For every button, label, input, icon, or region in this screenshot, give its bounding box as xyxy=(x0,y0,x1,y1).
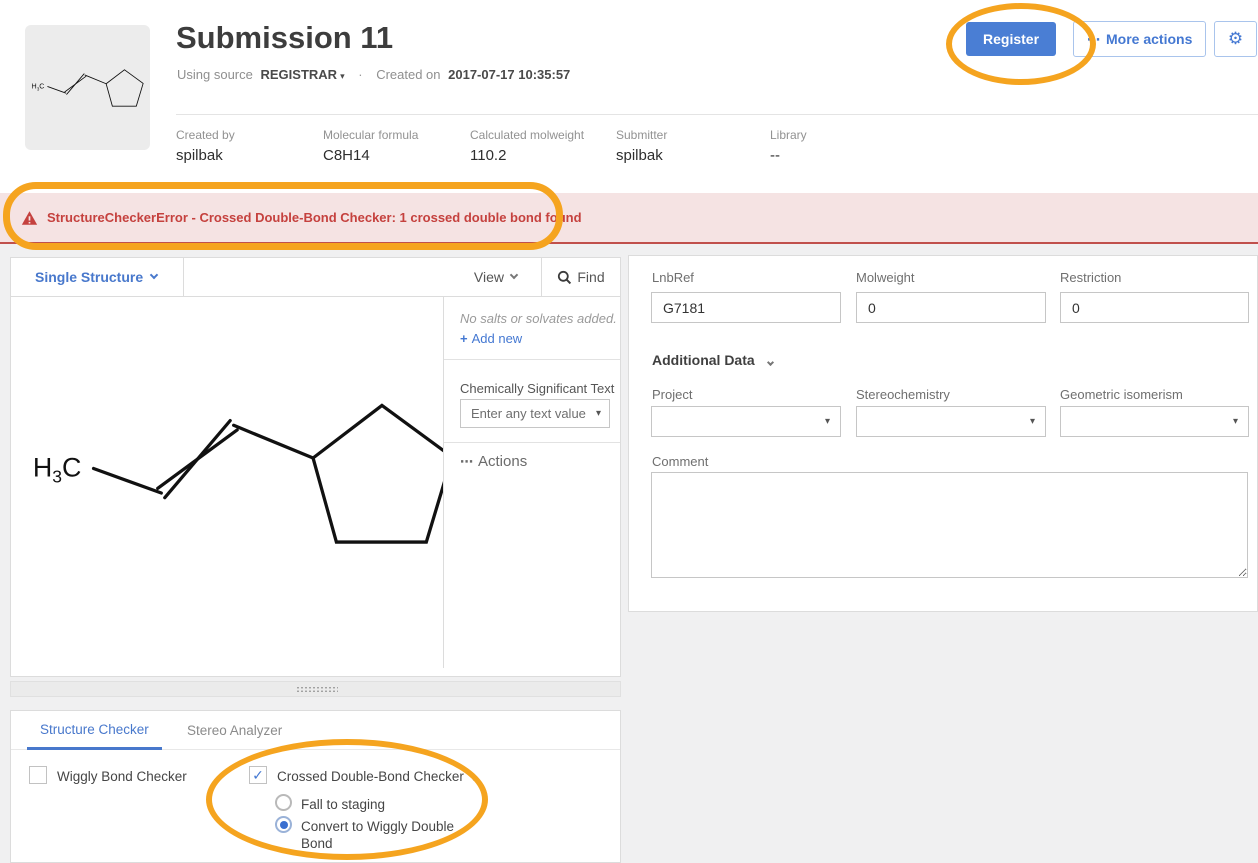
geometric-isomerism-select[interactable]: ▾ xyxy=(1060,406,1249,437)
convert-to-wiggly-radio[interactable] xyxy=(275,816,292,833)
error-banner: StructureCheckerError - Crossed Double-B… xyxy=(0,193,1258,244)
caret-down-icon: ▾ xyxy=(471,773,476,784)
registration-form-card: LnbRef Molweight Restriction Additional … xyxy=(628,255,1258,612)
chevron-down-icon xyxy=(767,359,774,366)
separator-dot: · xyxy=(358,67,362,82)
tab-structure-checker[interactable]: Structure Checker xyxy=(27,711,162,750)
sidebar-divider xyxy=(444,442,620,443)
page-header: Submission 11 Using source REGISTRAR▾ · … xyxy=(0,0,1258,193)
error-banner-text: StructureCheckerError - Crossed Double-B… xyxy=(47,210,582,225)
chevron-down-icon xyxy=(510,271,518,279)
radio-dot xyxy=(280,821,288,829)
meta-created-by: Created by spilbak xyxy=(176,128,235,164)
meta-calculated-molweight: Calculated molweight 110.2 xyxy=(470,128,584,164)
add-new-button[interactable]: +Add new xyxy=(460,331,522,346)
molweight-input[interactable] xyxy=(856,292,1046,323)
fall-to-staging-label: Fall to staging xyxy=(301,797,385,812)
structure-panel-toolbar: Single Structure View Find xyxy=(11,258,620,297)
stereochemistry-select[interactable]: ▾ xyxy=(856,406,1046,437)
tab-stereo-analyzer[interactable]: Stereo Analyzer xyxy=(174,711,295,750)
lnbref-input[interactable] xyxy=(651,292,841,323)
structure-canvas-area: No salts or solvates added. +Add new Che… xyxy=(11,297,620,676)
created-on-label: Created on xyxy=(376,67,440,82)
gear-icon: ⚙ xyxy=(1228,29,1243,48)
caret-down-icon: ▾ xyxy=(1030,416,1035,427)
find-button[interactable]: Find xyxy=(541,258,620,296)
molecule-drawing[interactable] xyxy=(11,297,443,676)
caret-down-icon: ▾ xyxy=(1233,416,1238,427)
fall-to-staging-radio[interactable] xyxy=(275,794,292,811)
more-actions-button[interactable]: ⋯More actions xyxy=(1073,21,1206,57)
restriction-label: Restriction xyxy=(1060,270,1121,285)
panel-resize-handle[interactable] xyxy=(10,681,621,697)
wiggly-bond-label: Wiggly Bond Checker xyxy=(57,769,187,784)
crossed-double-bond-checkbox[interactable]: ✓ xyxy=(249,766,267,784)
structure-sidebar: No salts or solvates added. +Add new Che… xyxy=(444,297,620,676)
chevron-down-icon xyxy=(150,271,158,279)
meta-library: Library -- xyxy=(770,128,807,164)
drag-dots-icon xyxy=(296,686,338,693)
settings-button[interactable]: ⚙ xyxy=(1214,21,1257,57)
additional-data-toggle[interactable]: Additional Data xyxy=(652,352,773,368)
plus-icon: + xyxy=(460,331,468,346)
meta-molecular-formula: Molecular formula C8H14 xyxy=(323,128,418,164)
caret-down-icon: ▾ xyxy=(340,71,345,81)
convert-to-wiggly-label: Convert to Wiggly Double Bond xyxy=(301,818,466,852)
crossed-double-bond-label: Crossed Double-Bond Checker▾ xyxy=(277,769,476,784)
structure-panel: Single Structure View Find No salts or s… xyxy=(10,257,621,677)
caret-down-icon: ▾ xyxy=(825,416,830,427)
caret-down-icon: ▾ xyxy=(596,408,601,419)
cst-label: Chemically Significant Text xyxy=(460,381,614,396)
page-title: Submission 11 xyxy=(176,20,393,56)
salts-empty-text: No salts or solvates added. xyxy=(460,311,617,326)
molweight-label: Molweight xyxy=(856,270,915,285)
geometric-isomerism-label: Geometric isomerism xyxy=(1060,387,1183,402)
created-on-timestamp: 2017-07-17 10:35:57 xyxy=(448,67,570,82)
using-source-label: Using source xyxy=(177,67,253,82)
ellipsis-icon: ⋯ xyxy=(1087,32,1100,47)
sidebar-divider xyxy=(444,359,620,360)
view-dropdown[interactable]: View xyxy=(474,269,517,285)
molecule-thumbnail-image xyxy=(30,30,145,145)
wiggly-bond-checkbox[interactable] xyxy=(29,766,47,784)
warning-icon xyxy=(21,210,38,226)
project-label: Project xyxy=(652,387,692,402)
structure-thumbnail xyxy=(25,25,150,150)
metadata-divider xyxy=(176,114,1258,115)
meta-submitter: Submitter spilbak xyxy=(616,128,667,164)
restriction-input[interactable] xyxy=(1060,292,1249,323)
actions-menu-button[interactable]: ⋯Actions xyxy=(460,453,527,470)
submission-subline: Using source REGISTRAR▾ · Created on 201… xyxy=(177,67,570,82)
ellipsis-icon: ⋯ xyxy=(460,454,473,469)
checker-tabs: Structure Checker Stereo Analyzer xyxy=(11,711,620,750)
search-icon xyxy=(557,270,572,285)
checker-panel: Structure Checker Stereo Analyzer Wiggly… xyxy=(10,710,621,863)
check-icon: ✓ xyxy=(252,767,264,783)
project-select[interactable]: ▾ xyxy=(651,406,841,437)
source-dropdown[interactable]: REGISTRAR▾ xyxy=(261,67,345,82)
comment-label: Comment xyxy=(652,454,708,469)
lnbref-label: LnbRef xyxy=(652,270,694,285)
comment-textarea[interactable] xyxy=(651,472,1248,578)
register-button[interactable]: Register xyxy=(966,22,1056,56)
stereochemistry-label: Stereochemistry xyxy=(856,387,950,402)
structure-type-dropdown[interactable]: Single Structure xyxy=(11,258,184,296)
cst-combobox[interactable]: Enter any text value ▾ xyxy=(460,399,610,428)
